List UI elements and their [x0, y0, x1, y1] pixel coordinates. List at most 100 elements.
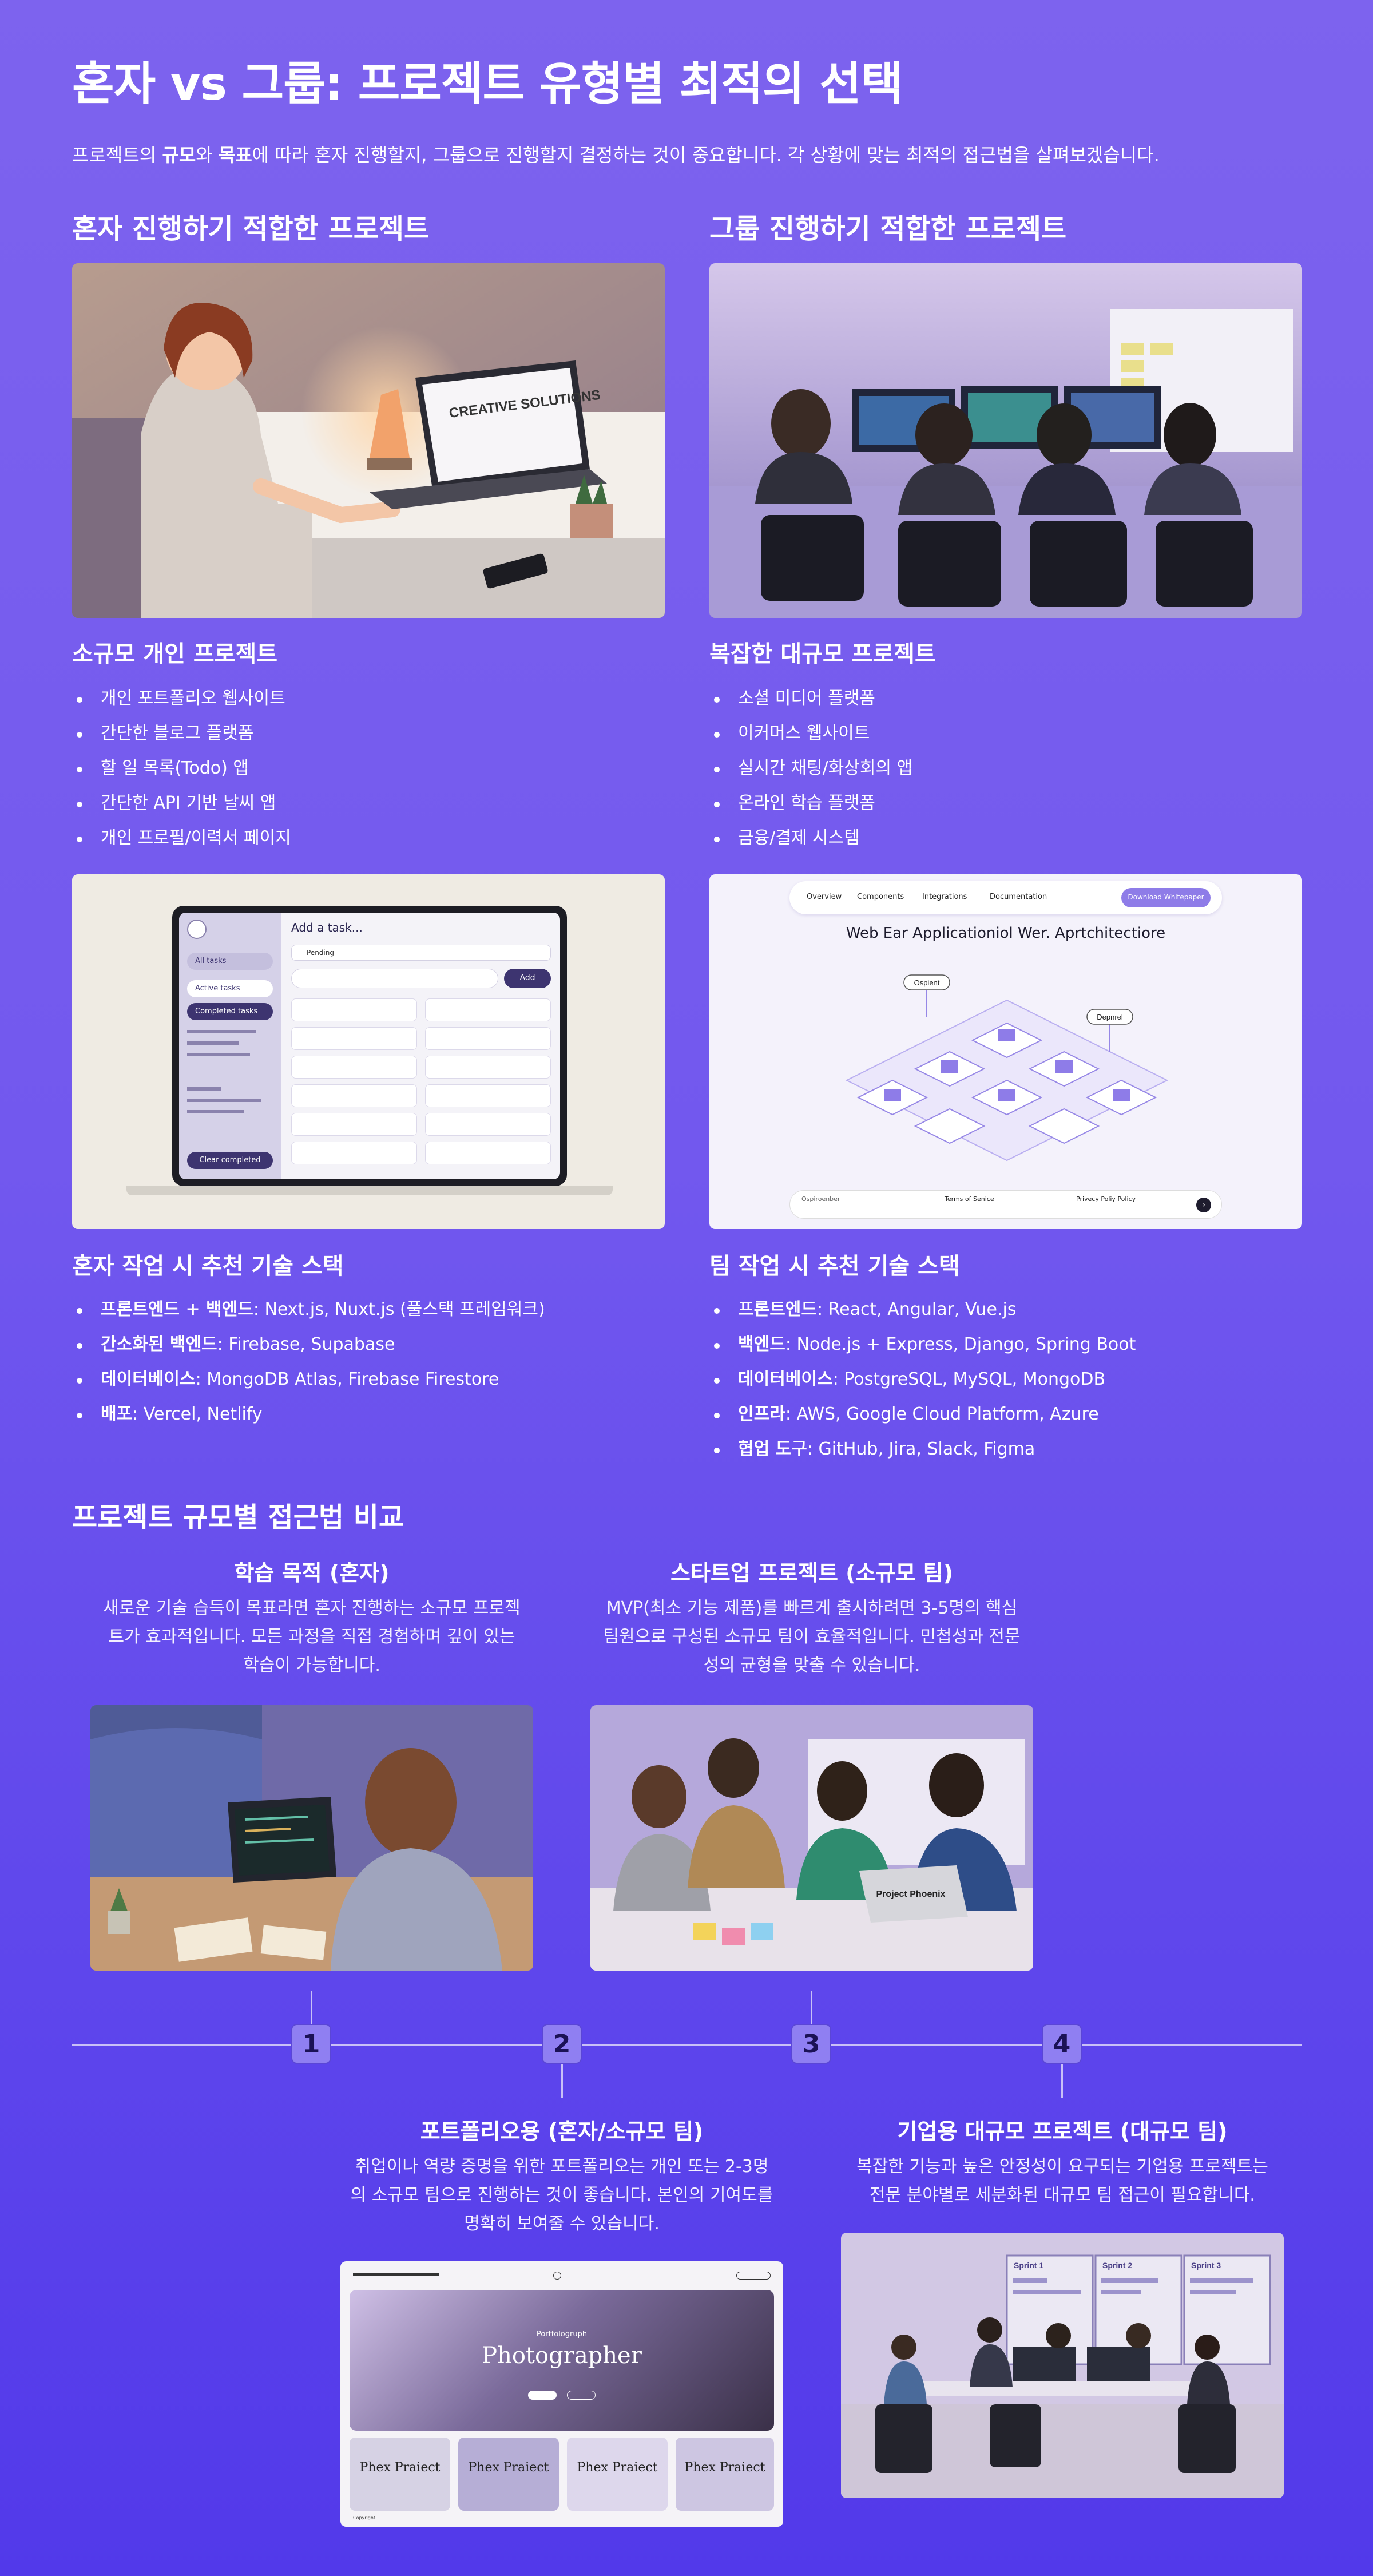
- task-row[interactable]: [291, 1142, 417, 1164]
- portfolio-mockup: Portfologruph Photographer Phex Praiect …: [340, 2261, 783, 2527]
- isometric-diagram: Ospient Depnrel: [845, 974, 1169, 1162]
- portfolio-card[interactable]: Phex Praiect: [567, 2438, 668, 2511]
- task-row[interactable]: [425, 1142, 551, 1164]
- stage-3-title: 스타트업 프로젝트 (소규모 팀): [670, 1560, 953, 1586]
- timeline-connector: [811, 1991, 812, 2026]
- portfolio-card[interactable]: Phex Praiect: [458, 2438, 559, 2511]
- nav-documentation[interactable]: Documentation: [990, 893, 1047, 901]
- stage-3-desc: MVP(최소 기능 제품)를 빠르게 출시하려면 3-5명의 핵심 팀원으로 구…: [603, 1598, 1021, 1675]
- task-row[interactable]: [425, 1113, 551, 1136]
- team-work-photo: [709, 263, 1302, 618]
- footer-terms-link[interactable]: Terms of Senice: [945, 1195, 994, 1203]
- page-title: 혼자 vs 그룹: 프로젝트 유형별 최적의 선택: [72, 57, 903, 110]
- task-row[interactable]: [291, 1084, 417, 1107]
- footer-item: Ospiroenber: [801, 1195, 840, 1203]
- portfolio-footer: Copyright: [353, 2515, 376, 2520]
- hero-button[interactable]: [567, 2391, 596, 2400]
- group-project-list: 소셜 미디어 플랫폼 이커머스 웹사이트 실시간 채팅/화상회의 앱 온라인 학…: [709, 687, 1302, 861]
- timeline-node-4: 4: [1042, 2024, 1082, 2064]
- task-row[interactable]: [291, 1056, 417, 1079]
- task-row[interactable]: [291, 998, 417, 1021]
- nav-integrations[interactable]: Integrations: [922, 893, 967, 901]
- hero-title: Photographer: [482, 2343, 642, 2369]
- stage-1-title: 학습 목적 (혼자): [234, 1560, 390, 1586]
- board-label: Sprint 1: [1014, 2261, 1043, 2270]
- solo-work-photo: CREATIVE SOLUTIONS: [72, 263, 665, 618]
- list-item: 실시간 채팅/화상회의 앱: [709, 756, 1302, 780]
- arrow-icon[interactable]: ›: [1196, 1198, 1211, 1212]
- active-tasks-button[interactable]: Active tasks: [187, 980, 273, 997]
- solo-stack-heading: 혼자 작업 시 추천 기술 스택: [72, 1253, 344, 1279]
- solo-heading: 혼자 진행하기 적합한 프로젝트: [72, 213, 430, 245]
- list-item: 데이터베이스: PostgreSQL, MySQL, MongoDB: [709, 1368, 1302, 1392]
- list-item: 프론트엔드 + 백엔드: Next.js, Nuxt.js (풀스택 프레임워크…: [72, 1298, 665, 1322]
- timeline-line: [72, 2044, 1302, 2046]
- task-row[interactable]: [425, 998, 551, 1021]
- all-tasks-button[interactable]: All tasks: [187, 953, 273, 970]
- stage-4-desc: 복잡한 기능과 높은 안정성이 요구되는 기업용 프로젝트는 전문 분야별로 세…: [856, 2157, 1268, 2205]
- timeline-connector: [561, 2063, 563, 2098]
- task-row[interactable]: [425, 1027, 551, 1050]
- task-input[interactable]: [291, 969, 498, 988]
- timeline-node-1: 1: [291, 2024, 331, 2064]
- todo-app-mockup: All tasks Active tasks Completed tasks C…: [72, 874, 665, 1229]
- list-item: 프론트엔드: React, Angular, Vue.js: [709, 1298, 1302, 1322]
- portfolio-card[interactable]: Phex Praiect: [350, 2438, 450, 2511]
- task-row[interactable]: [425, 1056, 551, 1079]
- board-label: Sprint 2: [1102, 2261, 1132, 2270]
- compare-heading: 프로젝트 규모별 접근법 비교: [72, 1501, 404, 1533]
- stage-2-desc: 취업이나 역량 증명을 위한 포트폴리오는 개인 또는 2-3명 의 소규모 팀…: [350, 2157, 773, 2234]
- todo-screen: All tasks Active tasks Completed tasks C…: [179, 913, 560, 1179]
- timeline-connector: [1061, 2063, 1063, 2098]
- hero-button[interactable]: [528, 2391, 557, 2400]
- list-item: 개인 포트폴리오 웹사이트: [72, 687, 665, 711]
- list-item: 소셜 미디어 플랫폼: [709, 687, 1302, 711]
- task-row[interactable]: [291, 1027, 417, 1050]
- laptop-frame: All tasks Active tasks Completed tasks C…: [172, 906, 567, 1186]
- group-heading: 그룹 진행하기 적합한 프로젝트: [709, 213, 1067, 245]
- enterprise-photo: Sprint 1 Sprint 2 Sprint 3: [841, 2233, 1284, 2498]
- clear-completed-button[interactable]: Clear completed: [187, 1152, 273, 1169]
- task-row[interactable]: [291, 1113, 417, 1136]
- stage-1-desc: 새로운 기술 습득이 목표라면 혼자 진행하는 소규모 프로젝 트가 효과적입니…: [103, 1598, 521, 1675]
- pending-select[interactable]: Pending: [291, 945, 551, 961]
- list-item: 금융/결제 시스템: [709, 826, 1302, 850]
- group-subheading: 복잡한 대규모 프로젝트: [709, 641, 936, 667]
- list-item: 개인 프로필/이력서 페이지: [72, 826, 665, 850]
- nav-components[interactable]: Components: [857, 893, 904, 901]
- label-ospient: Ospient: [914, 978, 940, 987]
- portfolio-hero: Portfologruph Photographer: [350, 2290, 774, 2431]
- portfolio-card[interactable]: Phex Praiect: [676, 2438, 774, 2511]
- task-row[interactable]: [425, 1084, 551, 1107]
- board-label: Sprint 3: [1191, 2261, 1221, 2270]
- list-item: 이커머스 웹사이트: [709, 722, 1302, 746]
- add-task-title: Add a task...: [291, 921, 363, 934]
- list-item: 배포: Vercel, Netlify: [72, 1402, 665, 1426]
- startup-photo: Project Phoenix: [590, 1705, 1033, 1971]
- list-item: 협업 도구: GitHub, Jira, Slack, Figma: [709, 1437, 1302, 1461]
- intro-text: 프로젝트의 규모와 목표에 따라 혼자 진행할지, 그룹으로 진행할지 결정하는…: [72, 144, 1160, 166]
- mockup-headline: Web Ear Applicationiol Wer. Aprtchitecti…: [846, 925, 1166, 942]
- solo-subheading: 소규모 개인 프로젝트: [72, 641, 278, 667]
- learning-photo: [90, 1705, 533, 1971]
- completed-tasks-button[interactable]: Completed tasks: [187, 1003, 273, 1020]
- list-item: 간단한 블로그 플랫폼: [72, 722, 665, 746]
- timeline-node-2: 2: [542, 2024, 582, 2064]
- nav-overview[interactable]: Overview: [807, 893, 842, 901]
- label-depnrel: Depnrel: [1097, 1013, 1123, 1021]
- portfolio-nav: [353, 2272, 771, 2284]
- list-item: 간단한 API 기반 날씨 앱: [72, 791, 665, 815]
- team-stack-list: 프론트엔드: React, Angular, Vue.js 백엔드: Node.…: [709, 1298, 1302, 1472]
- list-item: 인프라: AWS, Google Cloud Platform, Azure: [709, 1402, 1302, 1426]
- stage-4-title: 기업용 대규모 프로젝트 (대규모 팀): [897, 2119, 1228, 2144]
- mockup-footer: Ospiroenber Terms of Senice Privecy Poli…: [789, 1190, 1222, 1219]
- add-button[interactable]: Add: [504, 969, 551, 988]
- list-item: 데이터베이스: MongoDB Atlas, Firebase Firestor…: [72, 1368, 665, 1392]
- stage-2-title: 포트폴리오용 (혼자/소규모 팀): [420, 2119, 704, 2144]
- download-whitepaper-button[interactable]: Download Whitepaper: [1121, 888, 1211, 907]
- footer-privacy-link[interactable]: Privecy Poliy Policy: [1076, 1195, 1136, 1203]
- app-logo: [187, 920, 207, 939]
- list-item: 할 일 목록(Todo) 앱: [72, 756, 665, 780]
- timeline-connector: [311, 1991, 312, 2026]
- hero-small-text: Portfologruph: [536, 2330, 588, 2339]
